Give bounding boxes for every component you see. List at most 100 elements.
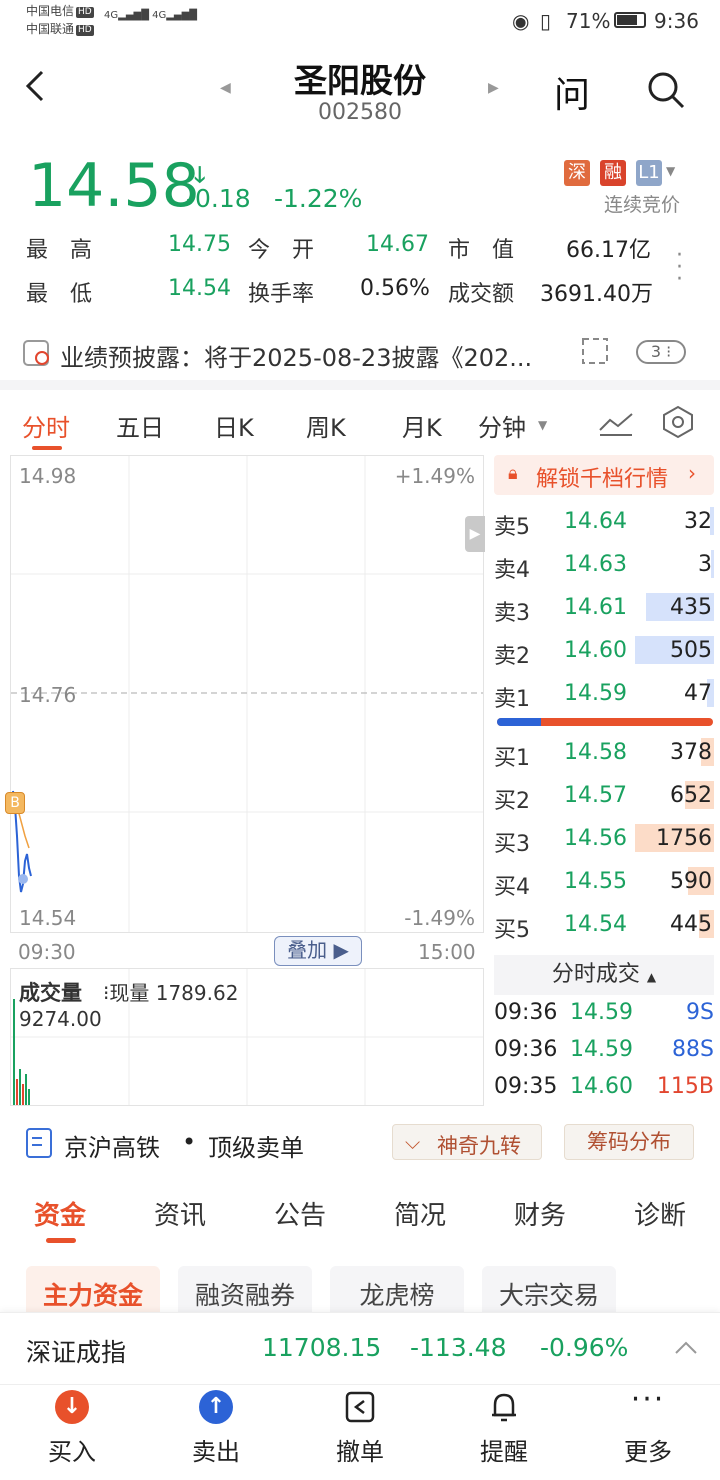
ask-level-row[interactable]: 卖3 14.61 435	[494, 589, 714, 629]
bid-ask-ratio-bar	[497, 718, 713, 726]
minute-dropdown-icon[interactable]: ▼	[538, 418, 547, 432]
pct-axis-bottom: -1.49%	[404, 906, 475, 930]
next-stock-icon[interactable]: ▶	[488, 80, 499, 96]
current-price: 14.58	[28, 151, 200, 221]
price-change-pct: -1.22%	[274, 184, 363, 213]
ask-level-qty: 47	[684, 681, 712, 706]
tab-diagnosis[interactable]: 诊断	[634, 1195, 686, 1232]
indicator-button[interactable]	[598, 408, 634, 442]
buy-icon: ↓	[55, 1390, 89, 1424]
stat-value-mcap: 66.17亿	[566, 238, 651, 263]
trading-status: 连续竞价	[604, 194, 681, 216]
intraday-chart[interactable]: 14.98 +1.49% 14.76 14.54 -1.49% B ▶	[5, 455, 485, 933]
bid-level-qty: 590	[670, 869, 712, 894]
tab-intraday[interactable]: 分时	[22, 408, 70, 443]
volume-chart[interactable]: 成交量 ⁝现量 1789.62 9274.00	[10, 968, 484, 1106]
volume-title[interactable]: 成交量	[19, 977, 82, 1007]
search-button[interactable]	[646, 70, 686, 114]
more-button[interactable]: ··· 更多	[598, 1385, 698, 1467]
earnings-notice[interactable]: 业绩预披露：将于2025-08-23披露《202...	[60, 338, 570, 373]
signal-icon: 4G▂▄▆█ 4G▂▄▆█	[104, 10, 197, 21]
magic-nine-button[interactable]: ⌵ 神奇九转	[392, 1124, 542, 1160]
magic-nine-label: 神奇九转	[437, 1134, 521, 1158]
ask-level-row[interactable]: 卖1 14.59 47	[494, 675, 714, 715]
index-name: 深证成指	[26, 1338, 127, 1367]
ask-level-qty: 435	[670, 595, 712, 620]
level-tag[interactable]: L1	[636, 160, 662, 186]
tab-announcements[interactable]: 公告	[274, 1195, 326, 1232]
ask-level-label: 卖3	[494, 601, 530, 626]
ask-button[interactable]: 问	[554, 66, 590, 118]
status-bar: 中国电信 HD 中国联通 HD 4G▂▄▆█ 4G▂▄▆█ ◉ ▯ 71% 9:36	[0, 0, 720, 44]
ask-level-row[interactable]: 卖5 14.64 32	[494, 503, 714, 543]
bid-level-price: 14.58	[564, 740, 627, 765]
time-axis-start: 09:30	[18, 940, 76, 964]
carrier-1: 中国电信 HD	[26, 4, 94, 18]
cancel-order-button[interactable]: 撤单	[310, 1390, 410, 1467]
sub-tab-active-indicator	[46, 1238, 76, 1243]
tab-profile[interactable]: 简况	[394, 1195, 446, 1232]
tab-daily-k[interactable]: 日K	[214, 408, 254, 443]
ticks-header[interactable]: 分时成交 ▲	[494, 955, 714, 995]
ask-level-row[interactable]: 卖2 14.60 505	[494, 632, 714, 672]
bid-level-qty: 445	[670, 912, 712, 937]
bid-level-row[interactable]: 买1 14.58 378	[494, 734, 714, 774]
chart-grid	[11, 456, 483, 932]
stat-label-mcap: 市 值	[448, 238, 515, 263]
concept-tag-1[interactable]: 京沪高铁	[64, 1128, 160, 1163]
tab-finance[interactable]: 财务	[514, 1195, 566, 1232]
volume-now-value: 现量 1789.62	[109, 981, 239, 1005]
tab-capital[interactable]: 资金	[34, 1195, 86, 1232]
chip-distribution-button[interactable]: 筹码分布	[564, 1124, 694, 1160]
magic-nine-icon: ⌵	[405, 1130, 421, 1154]
chevron-right-icon: ›	[688, 461, 696, 485]
tab-news[interactable]: 资讯	[154, 1195, 206, 1232]
chart-settings-button[interactable]	[660, 404, 696, 444]
carrier-2: 中国联通 HD	[26, 22, 94, 36]
ask-level-row[interactable]: 卖4 14.63 3	[494, 546, 714, 586]
bid-level-row[interactable]: 买4 14.55 590	[494, 863, 714, 903]
buy-marker[interactable]: B	[5, 792, 25, 814]
bell-icon	[492, 1393, 516, 1422]
tab-minute[interactable]: 分钟	[478, 408, 526, 443]
ask-level-label: 卖4	[494, 558, 530, 583]
notice-count-badge[interactable]: 3 ⁝	[636, 340, 686, 364]
collapse-chart-icon[interactable]: ▶	[465, 516, 485, 552]
bid-level-row[interactable]: 买2 14.57 652	[494, 777, 714, 817]
bid-level-row[interactable]: 买3 14.56 1756	[494, 820, 714, 860]
more-stats-icon[interactable]: · · ·	[676, 245, 683, 291]
level-dropdown-icon[interactable]: ▼	[666, 164, 675, 178]
alert-button[interactable]: 提醒	[454, 1390, 554, 1467]
hd-badge: HD	[76, 7, 94, 18]
tick-time: 09:35	[494, 1074, 558, 1099]
concept-tag-2[interactable]: 顶级卖单	[208, 1128, 304, 1163]
more-label: 更多	[624, 1438, 672, 1466]
unlock-orderbook-button[interactable]: 🔒︎ 解锁千档行情 ›	[494, 455, 714, 495]
bid-level-row[interactable]: 买5 14.54 445	[494, 906, 714, 946]
tick-price: 14.60	[570, 1074, 633, 1099]
chevron-up-icon[interactable]	[674, 1339, 698, 1355]
tab-weekly-k[interactable]: 周K	[306, 408, 346, 443]
time-axis-end: 15:00	[418, 940, 476, 964]
ask-level-label: 卖2	[494, 644, 530, 669]
stock-header: ◀ 圣阳股份 002580 ▶ 问	[0, 44, 720, 136]
tab-five-day[interactable]: 五日	[116, 408, 164, 443]
y-axis-top: 14.98	[19, 464, 77, 488]
page-title: 圣阳股份	[294, 61, 426, 100]
overlay-button[interactable]: 叠加 ▶	[274, 936, 362, 966]
volume-max: 9274.00	[19, 1007, 102, 1031]
tab-monthly-k[interactable]: 月K	[402, 408, 442, 443]
y-axis-bottom: 14.54	[19, 906, 77, 930]
bid-level-label: 买3	[494, 832, 530, 857]
stat-label-amount: 成交额	[448, 282, 515, 307]
notice-icon	[22, 338, 52, 372]
expand-notice-icon[interactable]	[580, 336, 612, 372]
bid-level-label: 买4	[494, 875, 530, 900]
sell-button[interactable]: ↑ 卖出	[166, 1390, 266, 1467]
tick-vol: 9S	[686, 1000, 714, 1025]
index-ticker[interactable]: 深证成指 11708.15 -113.48 -0.96%	[0, 1312, 720, 1384]
ask-level-price: 14.60	[564, 638, 627, 663]
buy-button[interactable]: ↓ 买入	[22, 1390, 122, 1467]
carrier-1-label: 中国电信	[26, 4, 75, 18]
section-divider	[0, 380, 720, 390]
